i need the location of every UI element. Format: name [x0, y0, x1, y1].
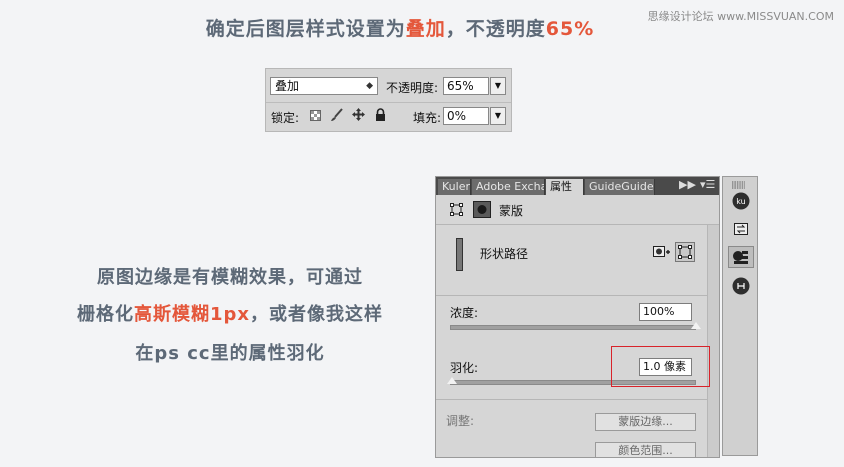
layers-blend-row: 叠加 ◆ 不透明度: 65% ▼ [266, 69, 511, 103]
opacity-label: 不透明度: [386, 81, 439, 95]
density-slider-thumb[interactable] [691, 322, 701, 329]
properties-panel: Kuler Adobe Exchar 属性 GuideGuide ▶▶ ▾☰ 蒙… [435, 176, 720, 458]
panel-scrollbar[interactable] [707, 225, 719, 457]
dock-grip[interactable]: |||||||| [731, 180, 746, 189]
note-line-2-suffix: ，或者像我这样 [250, 304, 384, 325]
lock-all-icon[interactable] [375, 108, 386, 124]
updown-arrows-icon: ◆ [366, 81, 373, 91]
note-line-3: 在ps cc里的属性羽化 [135, 343, 325, 364]
lock-transparent-icon[interactable] [310, 110, 321, 124]
note-line-1: 原图边缘是有模糊效果，可通过 [97, 267, 363, 288]
opacity-dropdown-button[interactable]: ▼ [490, 77, 506, 95]
tab-adobe-exchange[interactable]: Adobe Exchar [472, 179, 545, 195]
page-title: 确定后图层样式设置为叠加，不透明度65% [0, 14, 800, 41]
density-label: 浓度: [450, 306, 479, 320]
note-line-2: 栅格化高斯模糊1px，或者像我这样 [40, 300, 420, 326]
feather-highlight-box [611, 346, 710, 387]
density-slider[interactable] [450, 325, 696, 330]
title-prefix: 确定后图层样式设置为 [205, 18, 406, 40]
section-divider [436, 399, 707, 400]
chevron-down-icon: ▼ [494, 111, 502, 120]
mask-header-label: 蒙版 [499, 204, 524, 218]
title-value: 65% [545, 18, 595, 40]
feather-slider-thumb[interactable] [447, 377, 458, 384]
kuler-icon[interactable]: ku [732, 192, 750, 210]
pixel-mask-icon[interactable] [473, 201, 491, 221]
note-line-2-highlight: 高斯模糊1px [133, 304, 251, 325]
tab-guideguide[interactable]: GuideGuide [585, 179, 655, 195]
adjust-label: 调整: [446, 414, 475, 428]
tab-kuler[interactable]: Kuler [438, 179, 471, 195]
select-path-icon[interactable] [675, 242, 695, 262]
blend-mode-value: 叠加 [275, 79, 300, 93]
path-section: 形状路径 [436, 225, 707, 296]
title-middle: ，不透明度 [445, 18, 546, 40]
path-thumbnail [456, 238, 463, 271]
lock-brush-icon[interactable] [330, 108, 344, 125]
properties-icon[interactable] [728, 246, 754, 268]
add-mask-icon[interactable] [653, 246, 670, 262]
opacity-input[interactable]: 65% [443, 77, 489, 95]
mask-edge-button[interactable]: 蒙版边缘... [595, 413, 696, 431]
fill-input[interactable]: 0% [443, 107, 489, 125]
tab-properties[interactable]: 属性 [546, 179, 584, 195]
feather-label: 羽化: [450, 361, 479, 375]
blend-mode-select[interactable]: 叠加 ◆ [270, 77, 378, 95]
layers-panel: 叠加 ◆ 不透明度: 65% ▼ 锁定: 填充: 0% ▼ [265, 68, 512, 132]
properties-header: 蒙版 [436, 195, 719, 225]
chevron-down-icon: ▼ [494, 81, 502, 90]
density-input[interactable]: 100% [639, 303, 692, 321]
title-highlight: 叠加 [405, 18, 446, 40]
color-range-button[interactable]: 颜色范围... [595, 442, 696, 457]
panel-dock: |||||||| ku [722, 176, 758, 456]
note-line-2-prefix: 栅格化 [76, 304, 134, 325]
fill-dropdown-button[interactable]: ▼ [490, 107, 506, 125]
panel-tab-bar: Kuler Adobe Exchar 属性 GuideGuide ▶▶ ▾☰ [436, 177, 719, 195]
collapse-panels-icon[interactable]: ▶▶ [679, 178, 696, 191]
svg-text:ku: ku [736, 197, 745, 206]
vector-mask-icon[interactable] [450, 203, 463, 219]
fill-label: 填充: [413, 111, 442, 125]
exchange-icon[interactable] [732, 220, 750, 238]
shape-path-label: 形状路径 [480, 247, 529, 261]
panel-menu-icon[interactable]: ▾☰ [700, 178, 715, 191]
lock-move-icon[interactable] [352, 108, 365, 124]
lock-label: 锁定: [271, 111, 300, 125]
guideguide-icon[interactable] [732, 277, 750, 295]
